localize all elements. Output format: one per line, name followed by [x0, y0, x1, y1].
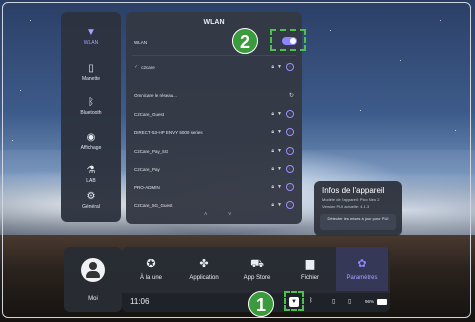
- screenshot-frame: [2, 2, 471, 318]
